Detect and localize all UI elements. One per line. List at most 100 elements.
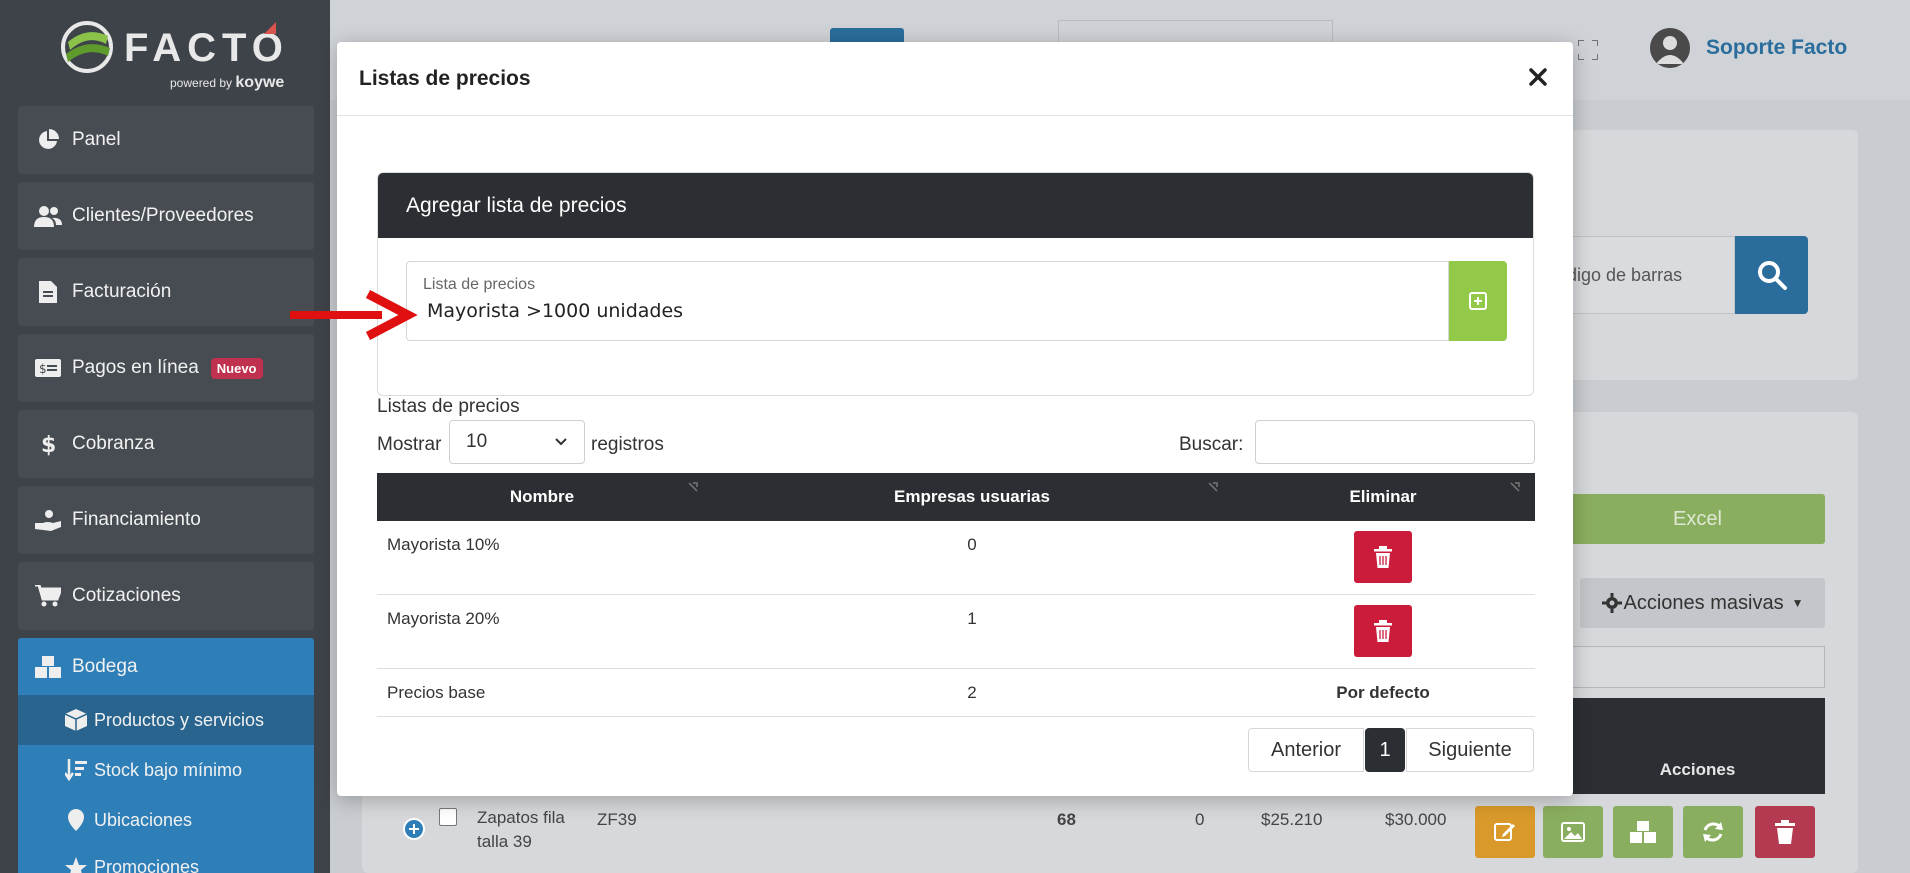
mass-actions-label: Acciones masivas	[1623, 591, 1784, 614]
sidebar-item-financiamiento[interactable]: Financiamiento	[18, 486, 314, 554]
sidebar-item-label: Panel	[72, 129, 121, 150]
sidebar-item-label: Pagos en línea	[72, 357, 199, 378]
modal-close-button[interactable]	[1523, 62, 1553, 92]
pie-chart-icon	[34, 128, 62, 152]
refresh-icon	[1703, 822, 1723, 842]
row-cost: $25.210	[1261, 810, 1323, 829]
pagination-current-page[interactable]: 1	[1365, 728, 1405, 772]
variants-product-button[interactable]	[1613, 806, 1673, 858]
trash-icon	[1775, 820, 1795, 844]
add-price-list-panel: Agregar lista de precios Lista de precio…	[377, 172, 1534, 396]
row-product-name: Zapatos fila talla 39	[477, 808, 565, 851]
sidebar-item-cotizaciones[interactable]: Cotizaciones	[18, 562, 314, 630]
boxes-icon	[1630, 821, 1656, 843]
delete-price-list-button[interactable]	[1354, 605, 1412, 657]
sidebar-item-pagos[interactable]: $ Pagos en línea Nuevo	[18, 334, 314, 402]
price-list-field-label: Lista de precios	[423, 276, 536, 293]
users-icon	[34, 204, 62, 228]
pagination-next[interactable]: Siguiente	[1406, 728, 1534, 772]
box-icon	[64, 709, 88, 731]
barcode-search-field[interactable]: digo de barras	[1560, 236, 1735, 314]
sidebar-subitem-ubicaciones[interactable]: Ubicaciones	[18, 795, 314, 845]
plus-square-icon	[1469, 292, 1487, 310]
sidebar-item-panel[interactable]: Panel	[18, 106, 314, 174]
sync-product-button[interactable]	[1683, 806, 1743, 858]
table-row: Zapatos fila talla 39 ZF39 68 0 $25.210 …	[395, 794, 1825, 873]
money-bill-icon: $	[34, 356, 62, 380]
sidebar-item-clientes[interactable]: Clientes/Proveedores	[18, 182, 314, 250]
sidebar-item-label: Financiamiento	[72, 509, 201, 530]
actions-column-header: Acciones	[1570, 698, 1825, 794]
sidebar-subitem-promociones[interactable]: Promociones	[18, 845, 314, 873]
default-label: Por defecto	[1336, 683, 1430, 702]
column-header-eliminar[interactable]: Eliminar	[1317, 487, 1449, 507]
price-list-name-field[interactable]: Lista de precios	[406, 261, 1449, 341]
column-filter-input[interactable]	[1570, 646, 1825, 688]
brand-accent-icon	[264, 22, 276, 34]
row-product-code: ZF39	[597, 810, 637, 829]
mass-actions-button[interactable]: Acciones masivas ▼	[1580, 578, 1825, 628]
expand-row-icon[interactable]	[403, 818, 425, 840]
column-header-empresas[interactable]: Empresas usuarias	[777, 487, 1167, 507]
image-icon	[1561, 822, 1585, 842]
sort-icon[interactable]	[1207, 481, 1219, 493]
sidebar-item-label: Bodega	[72, 656, 138, 677]
new-badge: Nuevo	[210, 357, 263, 379]
sort-icon[interactable]	[687, 481, 699, 493]
image-product-button[interactable]	[1543, 806, 1603, 858]
sort-icon[interactable]	[1509, 481, 1521, 493]
delete-product-button[interactable]	[1755, 806, 1815, 858]
sidebar: FACTO powered by koywe Panel Clientes/Pr…	[0, 0, 330, 873]
excel-button[interactable]: Excel	[1570, 494, 1825, 544]
search-icon	[1757, 261, 1787, 290]
dollar-icon: $	[34, 432, 62, 456]
page-size-select[interactable]: 10	[449, 420, 585, 464]
sort-amount-icon	[64, 759, 88, 781]
add-price-list-button[interactable]	[1449, 261, 1507, 341]
user-name[interactable]: Soporte Facto	[1706, 36, 1847, 60]
sidebar-item-cobranza[interactable]: $ Cobranza	[18, 410, 314, 478]
row-checkbox[interactable]	[439, 808, 457, 826]
modal-title: Listas de precios	[359, 66, 531, 90]
sidebar-item-facturacion[interactable]: Facturación	[18, 258, 314, 326]
sidebar-subitem-productos[interactable]: Productos y servicios	[18, 695, 314, 745]
fullscreen-icon[interactable]	[1578, 40, 1598, 60]
svg-text:$: $	[41, 433, 56, 456]
edit-product-button[interactable]	[1475, 806, 1535, 858]
price-lists-modal: Listas de precios Agregar lista de preci…	[337, 42, 1573, 796]
row-reserved: 0	[1195, 810, 1205, 829]
cart-icon	[34, 584, 62, 608]
edit-icon	[1494, 823, 1515, 841]
row-price: $30.000	[1385, 810, 1447, 829]
row-stock: 68	[1057, 810, 1076, 829]
sidebar-subitem-stock[interactable]: Stock bajo mínimo	[18, 745, 314, 795]
annotation-arrow-icon	[290, 290, 418, 340]
boxes-icon	[34, 655, 62, 679]
delete-price-list-button[interactable]	[1354, 531, 1412, 583]
hand-coin-icon	[34, 508, 62, 532]
table-row: Mayorista 20% 1	[377, 595, 1535, 669]
pagination-previous[interactable]: Anterior	[1248, 728, 1364, 772]
search-button[interactable]	[1735, 236, 1808, 314]
price-lists-table: Nombre Empresas usuarias Eliminar Mayori…	[377, 473, 1535, 717]
chevron-down-icon	[555, 438, 567, 446]
price-lists-section-title: Listas de precios	[377, 396, 520, 417]
records-label: registros	[591, 434, 664, 455]
sidebar-item-bodega[interactable]: Bodega	[18, 638, 314, 696]
modal-header: Listas de precios	[337, 42, 1573, 116]
actions-header-label: Acciones	[1659, 760, 1736, 779]
svg-text:$: $	[39, 362, 47, 376]
sidebar-item-label: Facturación	[72, 281, 172, 302]
brand-logo[interactable]: FACTO powered by koywe	[58, 16, 288, 91]
star-icon	[64, 857, 88, 873]
table-header: Nombre Empresas usuarias Eliminar	[377, 473, 1535, 521]
avatar[interactable]	[1650, 28, 1690, 68]
price-list-name-input[interactable]	[427, 300, 1427, 322]
powered-by-text: powered by	[170, 76, 233, 90]
close-icon	[1529, 68, 1547, 86]
table-search-input[interactable]	[1255, 420, 1535, 464]
column-header-nombre[interactable]: Nombre	[377, 487, 707, 507]
sidebar-subitem-label: Productos y servicios	[94, 709, 265, 730]
sidebar-item-label: Cobranza	[72, 433, 155, 454]
gear-icon	[1601, 593, 1622, 613]
